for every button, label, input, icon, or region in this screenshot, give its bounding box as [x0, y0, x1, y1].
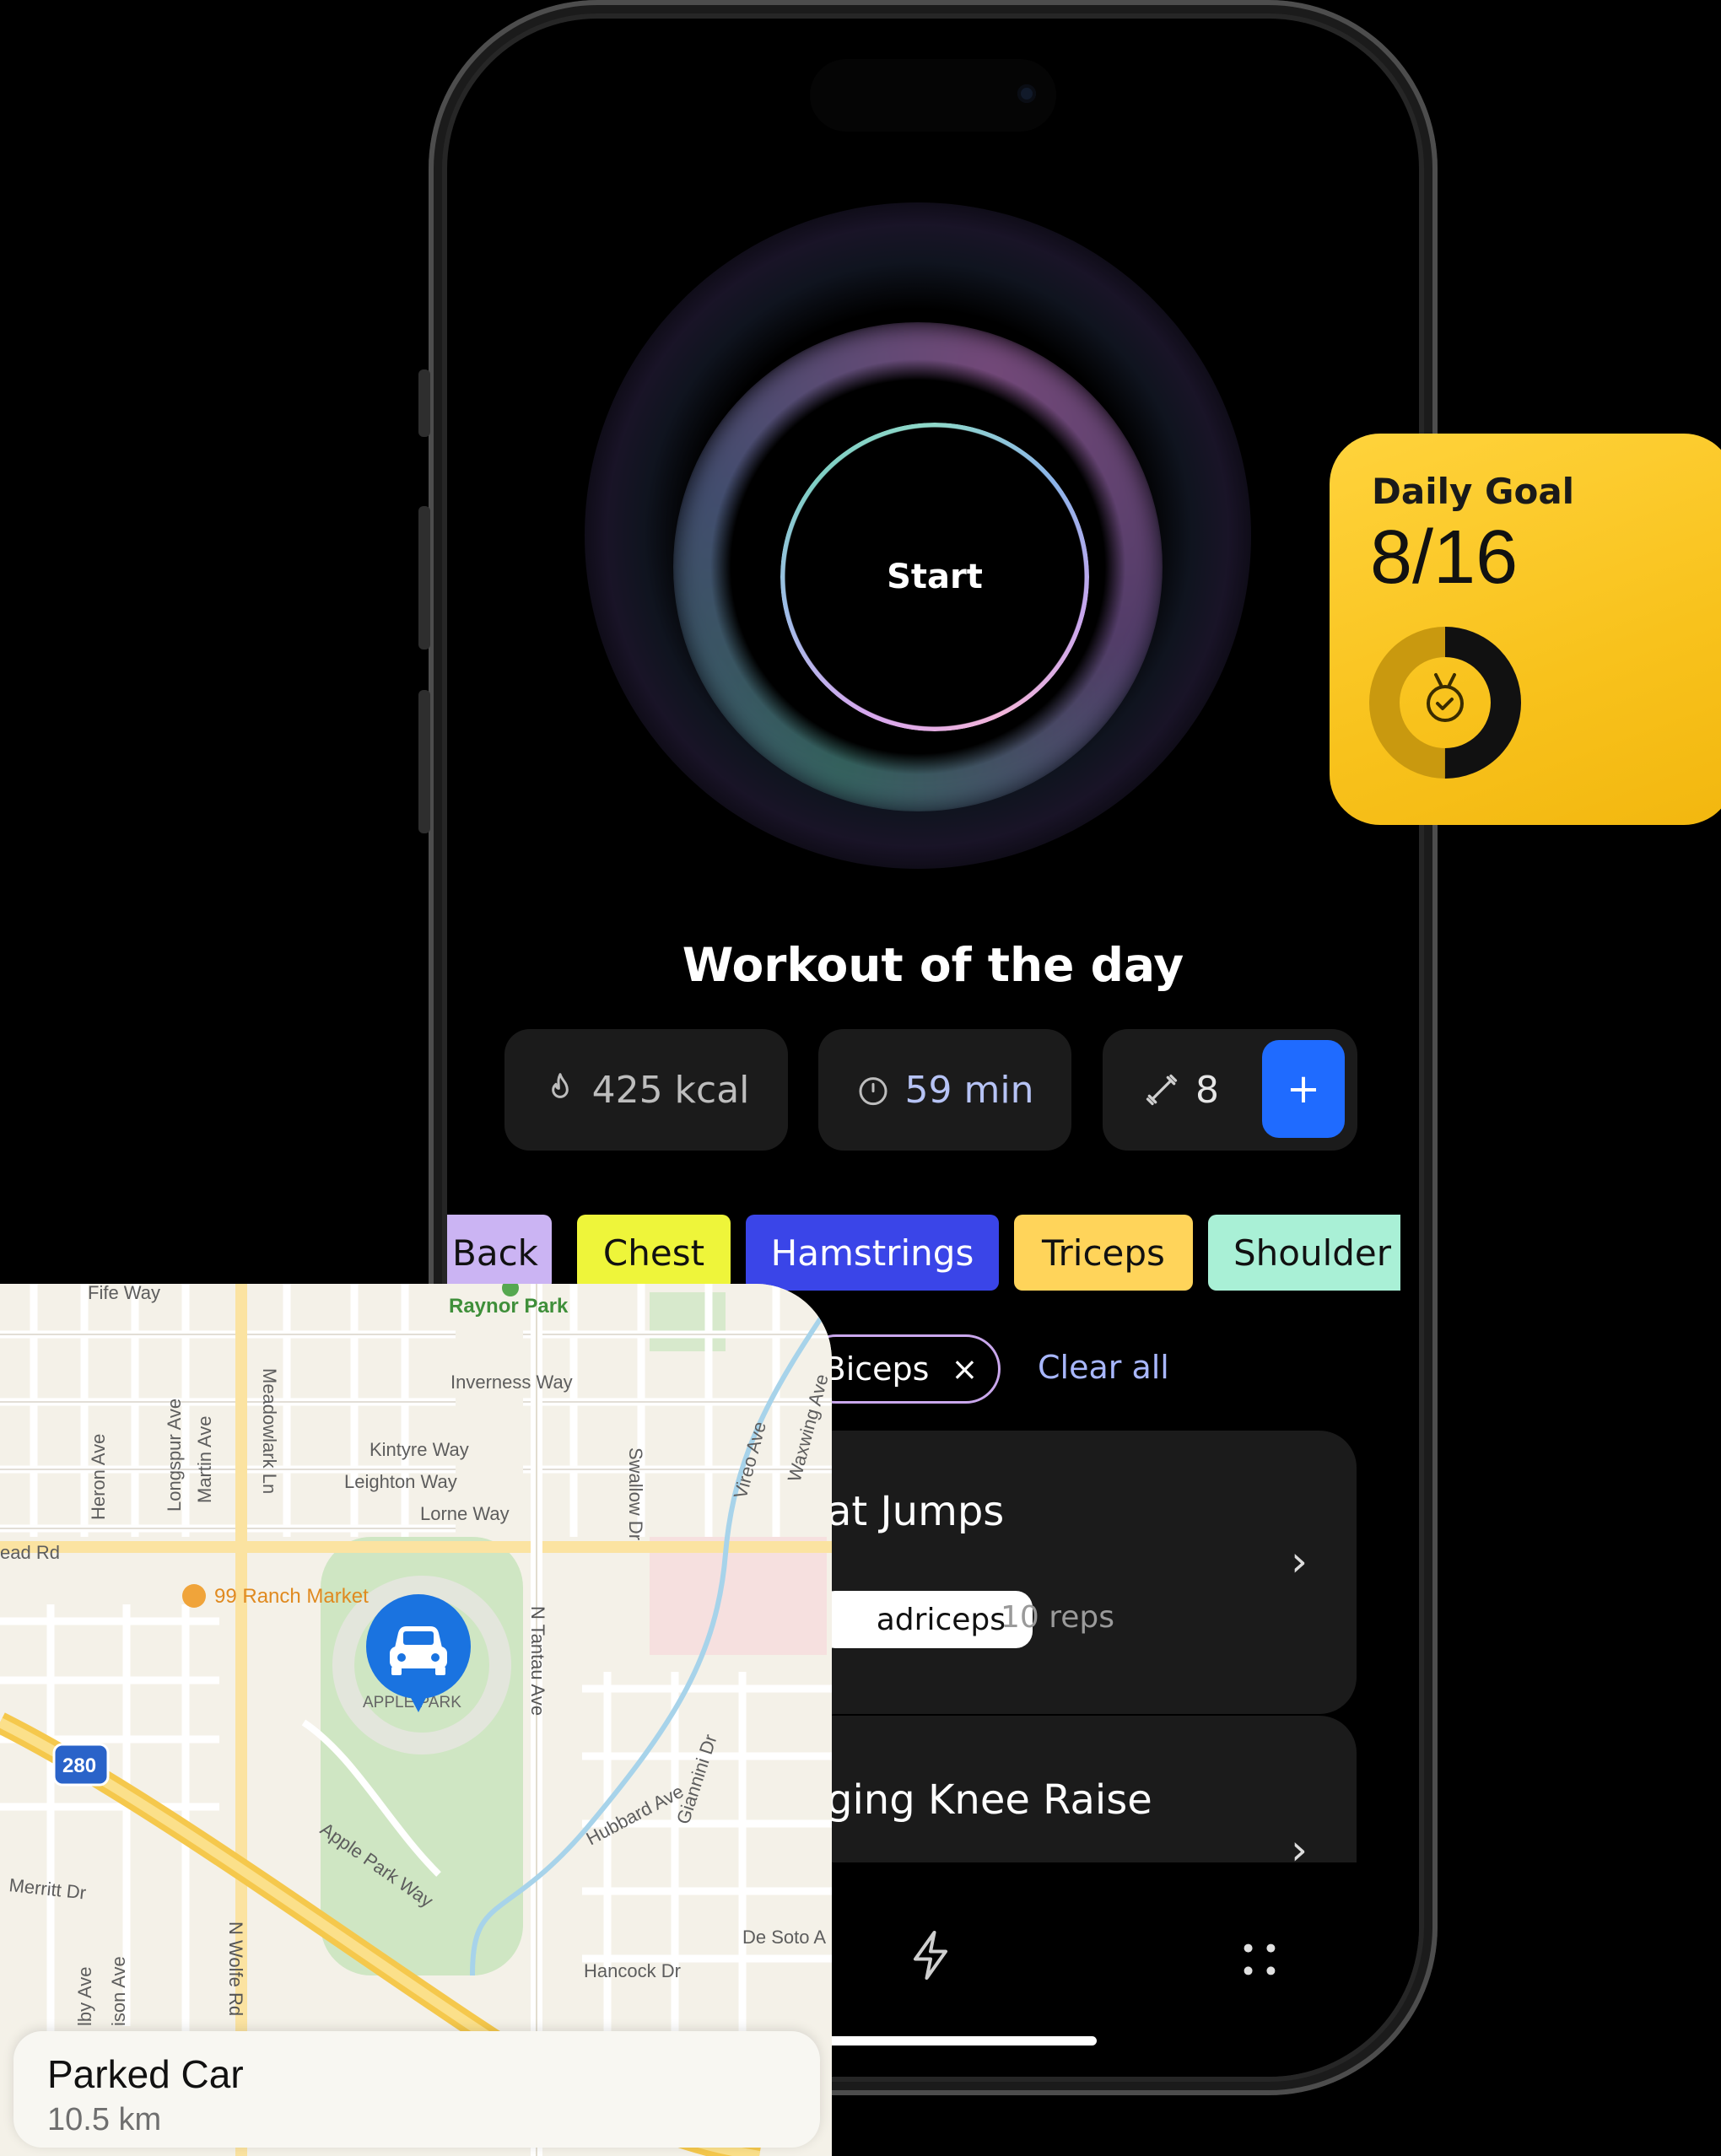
map-label: Hancock Dr [584, 1960, 681, 1981]
map-canvas[interactable]: Fife Way Raynor Park Inverness Way Kinty… [0, 1284, 832, 2156]
filter-label: Biceps [823, 1350, 930, 1388]
duration-value: 59 min [904, 1068, 1034, 1112]
exercise-count-value: 8 [1195, 1068, 1219, 1112]
chip-back[interactable]: Back [447, 1215, 552, 1291]
remove-filter-icon[interactable]: × [951, 1350, 978, 1388]
volume-down-button [418, 690, 430, 833]
map-label: Fife Way [88, 1284, 160, 1303]
reps-label: 10 reps [1001, 1600, 1115, 1635]
map-label: Inverness Way [450, 1372, 573, 1393]
exercise-title: ging Knee Raise [827, 1776, 1152, 1824]
calories-value: 425 kcal [591, 1068, 750, 1112]
exercise-title: at Jumps [827, 1488, 1005, 1535]
map-label: De Soto A [742, 1927, 826, 1948]
chip-label: Triceps [1042, 1232, 1165, 1274]
chip-chest[interactable]: Chest [577, 1215, 731, 1291]
parked-car-map[interactable]: Fife Way Raynor Park Inverness Way Kinty… [0, 1284, 832, 2156]
map-label: N Wolfe Rd [225, 1922, 246, 2016]
car-icon [390, 1626, 447, 1675]
map-label: Heron Ave [88, 1434, 109, 1520]
goal-value: 8/16 [1370, 515, 1519, 600]
chevron-right-icon: › [1291, 1537, 1308, 1586]
map-label: Swallow Dr [625, 1447, 646, 1540]
flame-icon [551, 1073, 569, 1098]
dumbbell-icon [1146, 1074, 1178, 1106]
chip-label: Back [452, 1232, 538, 1274]
action-button [418, 369, 430, 437]
chip-hamstrings[interactable]: Hamstrings [746, 1215, 999, 1291]
map-label: Leighton Way [344, 1471, 457, 1492]
calories-stat: 425 kcal [504, 1029, 788, 1151]
start-button[interactable]: Start [795, 437, 1075, 717]
map-label: Martin Ave [194, 1415, 215, 1503]
workout-title: Workout of the day [682, 938, 1184, 992]
map-label: 99 Ranch Market [214, 1585, 369, 1608]
chip-triceps[interactable]: Triceps [1014, 1215, 1193, 1291]
category-chips: Back Chest Hamstrings Triceps Shoulder [447, 1215, 1400, 1292]
chip-label: Hamstrings [770, 1232, 974, 1274]
map-label: Lorne Way [420, 1503, 510, 1524]
map-label: N Tantau Ave [527, 1606, 548, 1716]
daily-goal-widget[interactable]: Daily Goal 8/16 [1330, 434, 1721, 825]
map-label: Raynor Park [449, 1295, 569, 1318]
chip-label: Shoulder [1233, 1232, 1392, 1274]
goal-progress-ring [1369, 627, 1521, 779]
medal-icon [1427, 673, 1464, 722]
map-label: Meadowlark Ln [259, 1368, 280, 1494]
add-exercise-button[interactable]: + [1262, 1040, 1345, 1138]
map-label: ead Rd [0, 1542, 60, 1563]
parked-car-distance: 10.5 km [47, 2102, 162, 2137]
grid-dots-icon[interactable] [1240, 1940, 1279, 1979]
map-label: Kintyre Way [370, 1439, 469, 1460]
parked-car-title: Parked Car [47, 2052, 244, 2096]
timer-icon [859, 1077, 887, 1106]
exercise-card[interactable]: at Jumps › [793, 1431, 1357, 1714]
map-label: Longspur Ave [164, 1399, 185, 1512]
parked-car-panel[interactable]: Parked Car 10.5 km [13, 2031, 820, 2148]
clear-all-link[interactable]: Clear all [1038, 1349, 1169, 1386]
chip-label: Chest [602, 1232, 705, 1274]
freeway-shield: 280 [62, 1754, 96, 1777]
duration-stat: 59 min [818, 1029, 1071, 1151]
chip-shoulder[interactable]: Shoulder [1208, 1215, 1400, 1291]
lightning-icon[interactable] [908, 1928, 953, 1982]
map-label: lby Ave [74, 1966, 95, 2026]
goal-label: Daily Goal [1372, 471, 1575, 512]
map-label: ison Ave [108, 1956, 129, 2026]
camera [1017, 84, 1036, 103]
volume-up-button [418, 506, 430, 649]
